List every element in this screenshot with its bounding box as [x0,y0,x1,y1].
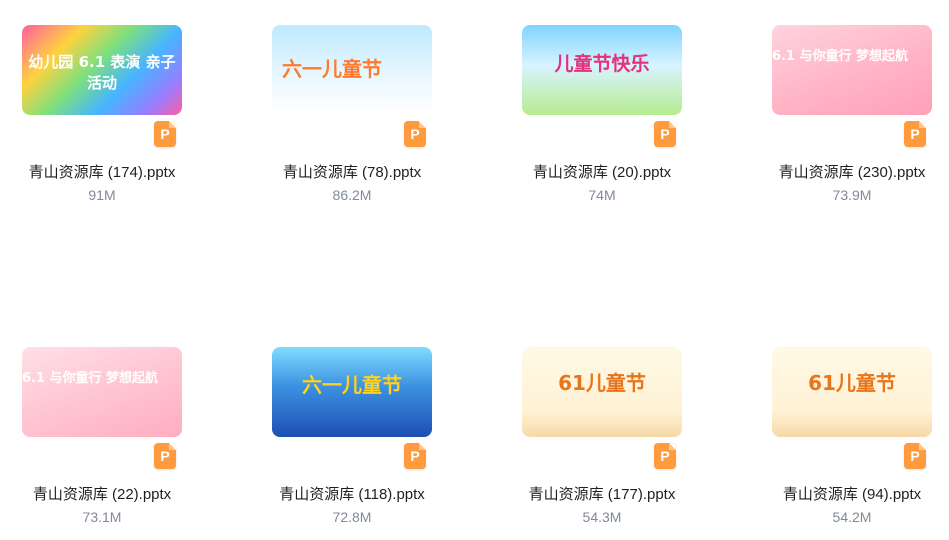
file-thumbnail[interactable]: 快乐6.1 与你童行 梦想起航 P [772,25,932,147]
file-grid: 幼儿园 6.1 表演 亲子活动 P 青山资源库 (174).pptx 91M 六… [0,0,949,540]
file-tile[interactable]: 儿童节快乐 P 青山资源库 (20).pptx 74M [472,25,692,235]
thumbnail-image: 六一儿童节 [272,25,432,115]
file-thumbnail[interactable]: 儿童节快乐 P [522,25,682,147]
file-tile[interactable]: 幼儿园 6.1 表演 亲子活动 P 青山资源库 (174).pptx 91M [0,25,192,235]
thumbnail-text: 快乐6.1 与你童行 梦想起航 [772,49,909,64]
thumbnail-image: 快乐6.1 与你童行 梦想起航 [22,347,182,437]
ppt-file-icon: P [904,443,926,469]
file-size: 72.8M [332,509,372,525]
ppt-file-icon: P [654,443,676,469]
thumbnail-text: 六一儿童节 [282,57,382,81]
file-tile[interactable]: 六一儿童节 P 青山资源库 (78).pptx 86.2M [222,25,442,235]
file-thumbnail[interactable]: 61儿童节 P [772,347,932,469]
thumbnail-image: 61儿童节 [772,347,932,437]
thumbnail-text: 快乐6.1 与你童行 梦想起航 [22,371,159,386]
ppt-file-icon: P [404,443,426,469]
thumbnail-image: 儿童节快乐 [522,25,682,115]
file-tile[interactable]: 快乐6.1 与你童行 梦想起航 P 青山资源库 (22).pptx 73.1M [0,347,192,540]
file-thumbnail[interactable]: 六一儿童节 P [272,347,432,469]
ppt-file-icon: P [404,121,426,147]
thumbnail-text: 六一儿童节 [302,373,402,397]
thumbnail-image: 61儿童节 [522,347,682,437]
file-size: 73.9M [832,187,872,203]
file-tile[interactable]: 61儿童节 P 青山资源库 (94).pptx 54.2M [722,347,942,540]
file-thumbnail[interactable]: 幼儿园 6.1 表演 亲子活动 P [22,25,182,147]
file-size: 54.3M [582,509,622,525]
thumbnail-text: 61儿童节 [808,371,896,395]
file-tile[interactable]: 六一儿童节 P 青山资源库 (118).pptx 72.8M [222,347,442,540]
file-thumbnail[interactable]: 61儿童节 P [522,347,682,469]
file-size: 91M [88,187,116,203]
file-name[interactable]: 青山资源库 (174).pptx [0,161,232,182]
thumbnail-image: 幼儿园 6.1 表演 亲子活动 [22,25,182,115]
thumbnail-text: 幼儿园 6.1 表演 亲子活动 [28,53,176,92]
ppt-file-icon: P [154,443,176,469]
ppt-file-icon: P [154,121,176,147]
file-size: 74M [588,187,616,203]
thumbnail-text: 儿童节快乐 [554,53,650,75]
file-name[interactable]: 青山资源库 (20).pptx [472,161,732,182]
file-thumbnail[interactable]: 六一儿童节 P [272,25,432,147]
ppt-file-icon: P [904,121,926,147]
file-name[interactable]: 青山资源库 (94).pptx [722,483,949,504]
thumbnail-text: 61儿童节 [558,371,646,395]
thumbnail-image: 六一儿童节 [272,347,432,437]
file-thumbnail[interactable]: 快乐6.1 与你童行 梦想起航 P [22,347,182,469]
thumbnail-image: 快乐6.1 与你童行 梦想起航 [772,25,932,115]
file-size: 54.2M [832,509,872,525]
file-name[interactable]: 青山资源库 (118).pptx [222,483,482,504]
file-name[interactable]: 青山资源库 (230).pptx [722,161,949,182]
file-tile[interactable]: 61儿童节 P 青山资源库 (177).pptx 54.3M [472,347,692,540]
file-tile[interactable]: 快乐6.1 与你童行 梦想起航 P 青山资源库 (230).pptx 73.9M [722,25,942,235]
file-size: 73.1M [82,509,122,525]
file-name[interactable]: 青山资源库 (177).pptx [472,483,732,504]
file-name[interactable]: 青山资源库 (22).pptx [0,483,232,504]
file-size: 86.2M [332,187,372,203]
file-name[interactable]: 青山资源库 (78).pptx [222,161,482,182]
ppt-file-icon: P [654,121,676,147]
